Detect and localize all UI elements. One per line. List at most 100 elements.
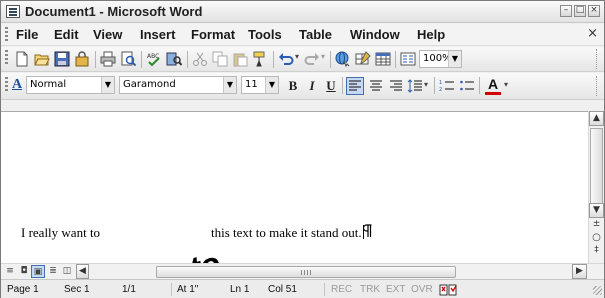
vertical-scroll-thumb[interactable] — [590, 128, 603, 204]
horizontal-scroll-thumb[interactable] — [156, 266, 456, 278]
italic-button[interactable]: I — [305, 77, 319, 94]
redo-dropdown-icon[interactable]: ▾ — [321, 52, 325, 61]
scroll-down-button[interactable]: ▼ — [589, 203, 604, 218]
styles-formatting-icon[interactable]: A — [12, 77, 22, 93]
font-size-value: 11 — [245, 79, 258, 90]
close-window-button[interactable]: × — [588, 5, 600, 17]
minimize-icon: – — [563, 5, 569, 15]
font-size-dropdown[interactable]: 11 ▼ — [241, 76, 279, 94]
menu-insert[interactable]: Insert — [140, 27, 175, 42]
bold-button[interactable]: B — [286, 77, 300, 94]
vertical-scrollbar[interactable]: ▲ ▼ ± ○ ‡ — [588, 111, 604, 263]
svg-text:2: 2 — [439, 87, 442, 93]
print-preview-icon[interactable] — [120, 51, 136, 67]
web-layout-view-icon[interactable]: ◘ — [17, 265, 31, 278]
line-spacing-dropdown-icon[interactable]: ▾ — [424, 80, 428, 89]
status-rec[interactable]: REC — [331, 284, 352, 295]
research-icon[interactable] — [166, 51, 182, 67]
open-folder-icon[interactable] — [34, 51, 50, 67]
toolbar-separator — [330, 51, 331, 68]
zoom-dropdown[interactable]: 100% ▼ — [419, 50, 462, 68]
menu-table[interactable]: Table — [299, 27, 332, 42]
toolbar-options-icon[interactable] — [596, 76, 602, 96]
chevron-up-icon: ▲ — [593, 113, 600, 123]
scroll-right-button[interactable]: ▶ — [572, 264, 587, 279]
menu-help[interactable]: Help — [417, 27, 445, 42]
document-text-before[interactable]: I really want to — [21, 225, 100, 241]
word-document-icon[interactable] — [6, 5, 20, 18]
columns-icon[interactable] — [400, 51, 416, 67]
scroll-up-button[interactable]: ▲ — [589, 111, 604, 126]
standard-toolbar: ABC ▾ ▾ 100% ▼ — [1, 47, 604, 72]
style-dropdown[interactable]: Normal ▼ — [26, 76, 115, 94]
scroll-left-button[interactable]: ◀ — [76, 264, 89, 279]
bullets-icon[interactable] — [459, 78, 475, 94]
numbering-icon[interactable]: 12 — [439, 78, 455, 94]
align-right-icon[interactable] — [388, 78, 404, 94]
align-left-icon[interactable] — [346, 77, 364, 95]
maximize-button[interactable]: □ — [574, 5, 586, 17]
toolbar-separator — [342, 77, 343, 94]
outline-view-icon[interactable]: ≣ — [46, 265, 60, 278]
save-icon[interactable] — [54, 51, 70, 67]
format-painter-icon[interactable] — [252, 51, 268, 67]
document-text-after[interactable]: this text to make it stand out. — [211, 225, 362, 240]
toolbar-separator — [95, 51, 96, 68]
minimize-button[interactable]: – — [560, 5, 572, 17]
select-browse-object-icon[interactable]: ○ — [589, 232, 604, 246]
chevron-left-icon: ◀ — [79, 266, 86, 276]
copy-icon[interactable] — [212, 51, 228, 67]
cut-icon[interactable] — [192, 51, 208, 67]
underline-button[interactable]: U — [324, 77, 338, 94]
paste-icon[interactable] — [232, 51, 248, 67]
menu-file[interactable]: File — [16, 27, 38, 42]
status-trk[interactable]: TRK — [360, 284, 380, 295]
document-area[interactable]: I really want to rotate this text to mak… — [1, 111, 588, 298]
toolbar-grip[interactable] — [5, 50, 8, 66]
menu-edit[interactable]: Edit — [54, 27, 79, 42]
font-color-dropdown-icon[interactable]: ▾ — [504, 80, 508, 89]
chevron-down-icon: ▼ — [593, 205, 600, 215]
close-document-button[interactable]: × — [587, 26, 598, 41]
line-spacing-icon[interactable] — [407, 78, 423, 94]
toolbar-separator — [434, 77, 435, 94]
status-ovr[interactable]: OVR — [411, 284, 433, 295]
menu-tools[interactable]: Tools — [248, 27, 282, 42]
next-page-icon[interactable]: ‡ — [589, 245, 604, 259]
reading-layout-view-icon[interactable]: ◫ — [60, 265, 74, 278]
horizontal-scrollbar[interactable]: ≡ ◘ ▣ ≣ ◫ ◀ ▶ — [1, 263, 604, 279]
status-ext[interactable]: EXT — [386, 284, 405, 295]
undo-icon[interactable] — [278, 51, 294, 67]
redo-icon[interactable] — [304, 51, 320, 67]
resize-grip-icon[interactable] — [593, 286, 602, 295]
menu-format[interactable]: Format — [191, 27, 235, 42]
previous-page-icon[interactable]: ± — [589, 219, 604, 233]
tables-borders-icon[interactable] — [355, 51, 371, 67]
undo-dropdown-icon[interactable]: ▾ — [295, 52, 299, 61]
font-dropdown[interactable]: Garamond ▼ — [119, 76, 237, 94]
new-document-icon[interactable] — [14, 51, 30, 67]
print-layout-view-icon[interactable]: ▣ — [31, 265, 45, 278]
menu-window[interactable]: Window — [350, 27, 400, 42]
status-section: Sec 1 — [64, 284, 90, 295]
toolbar-grip[interactable] — [5, 77, 8, 93]
word-window: Document1 - Microsoft Word – □ × File Ed… — [0, 0, 605, 298]
align-center-icon[interactable] — [368, 78, 384, 94]
toolbar-grip[interactable] — [5, 27, 8, 43]
paragraph-mark-icon — [362, 224, 372, 237]
style-value: Normal — [30, 79, 67, 90]
permission-icon[interactable] — [74, 51, 90, 67]
spelling-grammar-status-icon[interactable] — [439, 283, 457, 296]
document-text-line[interactable]: this text to make it stand out. — [211, 224, 372, 241]
normal-view-icon[interactable]: ≡ — [3, 265, 17, 278]
font-color-button[interactable]: A — [485, 76, 501, 95]
menu-view[interactable]: View — [93, 27, 122, 42]
toolbar-options-icon[interactable] — [596, 49, 602, 69]
print-icon[interactable] — [100, 51, 116, 67]
toolbar-separator — [141, 51, 142, 68]
insert-table-icon[interactable] — [375, 51, 391, 67]
title-bar[interactable]: Document1 - Microsoft Word – □ × — [1, 1, 604, 23]
hyperlink-icon[interactable] — [335, 51, 351, 67]
spelling-check-icon[interactable]: ABC — [146, 51, 162, 67]
status-page-count: 1/1 — [122, 284, 136, 295]
